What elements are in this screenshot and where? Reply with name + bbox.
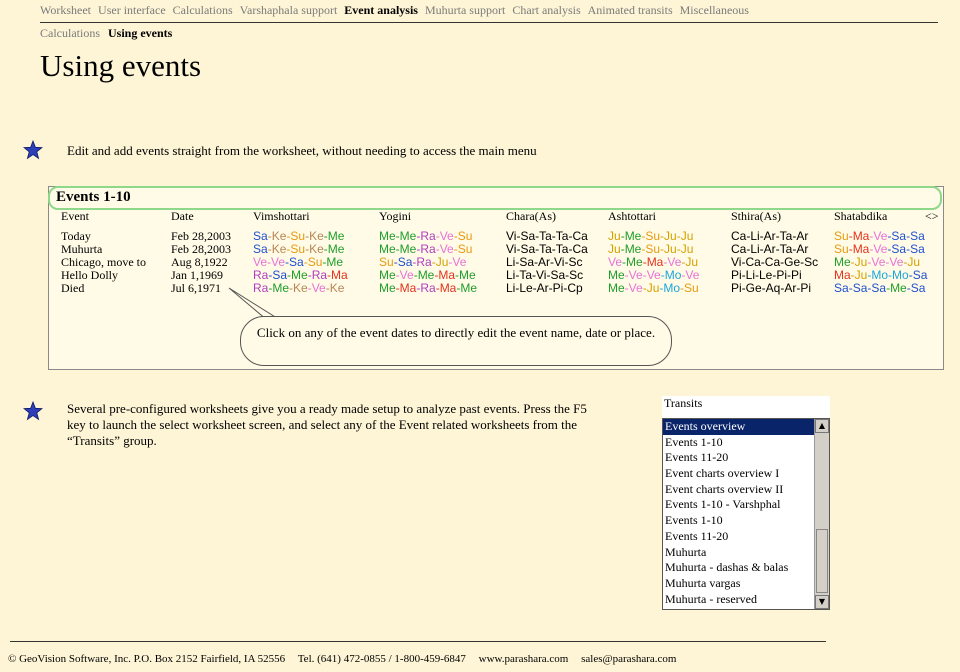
footer-divider	[10, 641, 826, 642]
nav-item-calculations[interactable]: Calculations	[173, 3, 233, 17]
col-header-event: Event	[61, 209, 89, 223]
callout-bubble: Click on any of the event dates to direc…	[240, 316, 672, 366]
transits-list-item[interactable]: Events overview	[663, 419, 817, 435]
transits-list-item[interactable]: Muhurta - reserved	[663, 592, 817, 608]
dasha-cell: Pi-Ge-Aq-Ar-Pi	[731, 281, 812, 295]
breadcrumb: Calculations Using events	[40, 26, 180, 41]
col-header-ashtottari: Ashtottari	[608, 209, 656, 223]
scroll-up-button[interactable]: ▲	[815, 419, 829, 433]
col-header-yogini: Yogini	[379, 209, 412, 223]
transits-list[interactable]: Events overview Events 1-10 Events 11-20 Ev…	[662, 418, 830, 610]
footer: © GeoVision Software, Inc. P.O. Box 2152…	[8, 653, 686, 665]
transits-list-item[interactable]: Events 11-20	[663, 529, 817, 545]
event-date[interactable]: Jul 6,1971	[171, 282, 221, 295]
footer-company: © GeoVision Software, Inc. P.O. Box 2152…	[8, 653, 286, 665]
col-header-chara: Chara(As)	[506, 209, 556, 223]
transits-listbox: Transits Events overview Events 1-10 Event…	[662, 396, 830, 614]
callout-text: Click on any of the event dates to direc…	[256, 325, 656, 340]
footer-email-link[interactable]: sales@parashara.com	[581, 653, 676, 665]
events-panel-title: Events 1-10	[56, 189, 131, 205]
transits-list-item[interactable]: Events 1-10	[663, 513, 817, 529]
nav-item-miscellaneous[interactable]: Miscellaneous	[680, 3, 749, 17]
transits-list-item[interactable]: Events 1-10	[663, 435, 817, 451]
nav-item-event-analysis[interactable]: Event analysis	[344, 3, 418, 17]
star-icon	[23, 401, 43, 421]
subnav-item-using-events[interactable]: Using events	[108, 26, 172, 40]
nav-item-animated-transits[interactable]: Animated transits	[588, 3, 673, 17]
transits-listbox-title: Transits	[662, 396, 830, 418]
dasha-cell: Me-Ve-Ju-Mo-Su	[608, 281, 699, 295]
feature-edit-events: Edit and add events straight from the wo…	[67, 143, 537, 158]
transits-list-item[interactable]: Event charts overview II	[663, 482, 817, 498]
nav-item-muhurta-support[interactable]: Muhurta support	[425, 3, 505, 17]
dasha-cell: Sa-Sa-Sa-Me-Sa	[834, 281, 926, 295]
transits-list-item[interactable]: Muhurta - dashas & balas	[663, 560, 817, 576]
events-panel-title-bar: Events 1-10	[48, 186, 942, 210]
col-header-vimshottari: Vimshottari	[253, 209, 310, 223]
listbox-scrollbar[interactable]: ▲ ▼	[814, 419, 829, 609]
col-header-sthira: Sthira(As)	[731, 209, 781, 223]
scrollbar-thumb[interactable]	[816, 529, 828, 593]
nav-item-chart-analysis[interactable]: Chart analysis	[512, 3, 580, 17]
transits-list-item[interactable]: Events 11-20	[663, 450, 817, 466]
feature-preconfigured-worksheets: Several pre-configured worksheets give y…	[67, 401, 587, 448]
event-name[interactable]: Died	[61, 282, 84, 295]
col-header-shatabdika: Shatabdika	[834, 209, 888, 223]
transits-list-item[interactable]: Muhurta vargas	[663, 576, 817, 592]
nav-item-worksheet[interactable]: Worksheet	[40, 3, 91, 17]
dasha-cell: Me-Ma-Ra-Ma-Me	[379, 281, 478, 295]
transits-list-item[interactable]: Muhurta	[663, 545, 817, 561]
scroll-columns-button[interactable]: <>	[925, 209, 939, 224]
nav-item-varshaphala-support[interactable]: Varshaphala support	[240, 3, 338, 17]
footer-phone: Tel. (641) 472-0855 / 1-800-459-6847	[297, 653, 466, 665]
transits-list-item[interactable]: Event charts overview I	[663, 466, 817, 482]
nav-item-user-interface[interactable]: User interface	[98, 3, 166, 17]
nav-divider	[40, 22, 938, 23]
footer-website-link[interactable]: www.parashara.com	[479, 653, 569, 665]
top-nav: Worksheet User interface Calculations Varsh…	[40, 3, 756, 18]
page-title: Using events	[40, 48, 202, 83]
dasha-cell: Li-Le-Ar-Pi-Cp	[506, 281, 583, 295]
subnav-item-calculations[interactable]: Calculations	[40, 26, 100, 40]
transits-list-item[interactable]: Events 1-10 - Varshphal	[663, 497, 817, 513]
scroll-down-button[interactable]: ▼	[815, 595, 829, 609]
col-header-date: Date	[171, 209, 194, 223]
star-icon	[23, 140, 43, 160]
